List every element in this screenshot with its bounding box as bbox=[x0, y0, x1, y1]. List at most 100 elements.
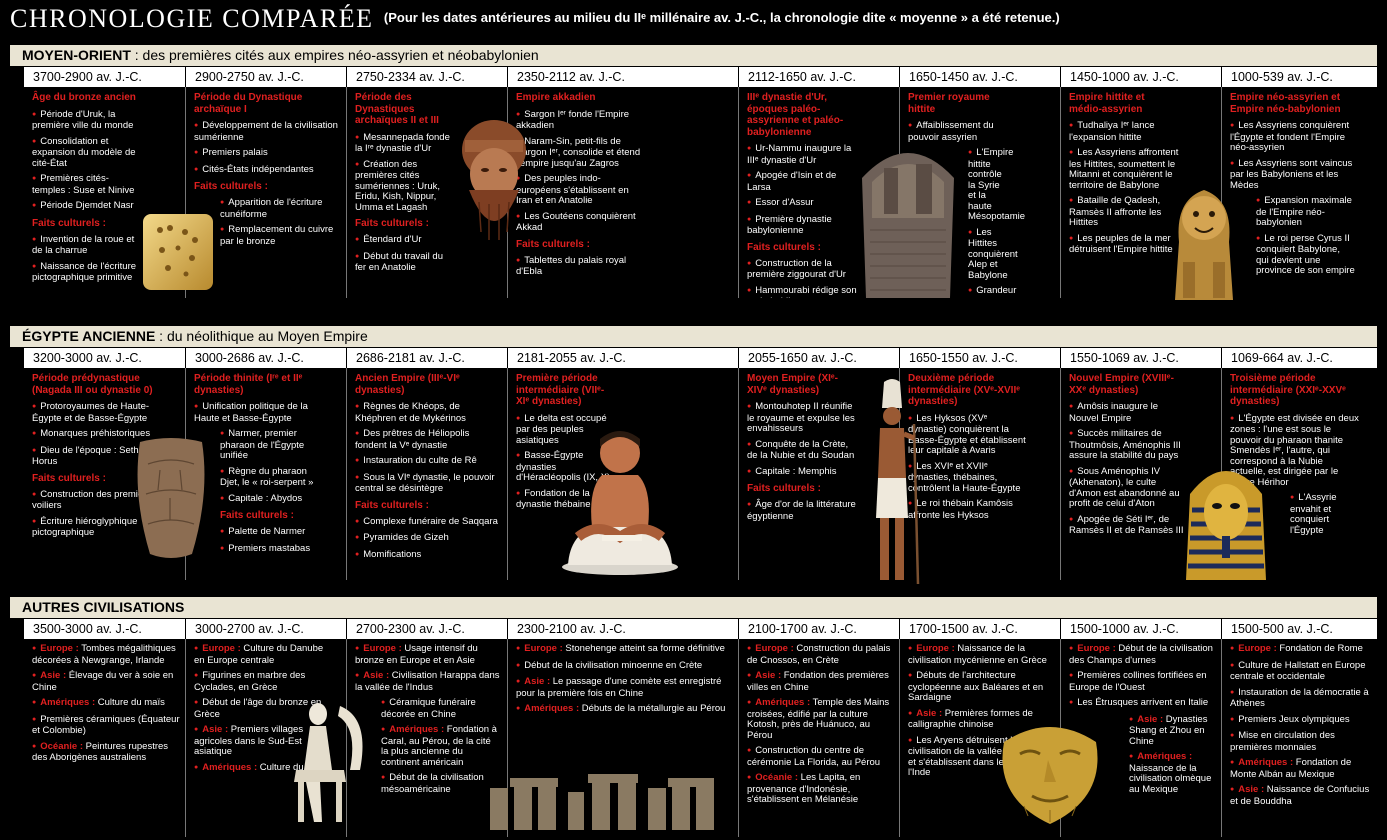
event-item: Amériques : Temple des Mains croisées, é… bbox=[747, 697, 892, 741]
event-item: Instauration du culte de Rê bbox=[355, 455, 503, 468]
event-text: Étendard d'Ur bbox=[363, 234, 422, 245]
event-item: Europe : Usage intensif du bronze en Eur… bbox=[355, 643, 500, 666]
event-item: Amériques : Culture du maïs bbox=[32, 697, 181, 710]
cycladic-harpist-image bbox=[294, 703, 363, 822]
akkadian-head-image bbox=[462, 120, 526, 240]
section-title: MOYEN-ORIENT bbox=[22, 47, 131, 63]
event-item: Hammourabi rédige son code juridique bbox=[747, 284, 862, 298]
event-text: Pyramides de Gizeh bbox=[363, 532, 449, 543]
event-item: Les Assyriens sont vaincus par les Babyl… bbox=[1230, 157, 1355, 192]
event-text: Âge d'or de la littérature égyptienne bbox=[747, 499, 856, 522]
event-item: Asie : Le passage d'une comète est enreg… bbox=[516, 676, 734, 699]
columns: Période prédynastique (Nagada III ou dyn… bbox=[10, 368, 1377, 580]
event-item: Asie : Élevage du ver à soie en Chine bbox=[32, 670, 181, 693]
event-item: Apparition de l'écriture cunéiforme bbox=[220, 197, 342, 220]
event-text: Naissance de la civilisation olmèque au … bbox=[1129, 762, 1212, 795]
event-text: Consolidation et expansion du modèle de … bbox=[32, 135, 136, 169]
event-text: Les Assyriens sont vaincus par les Babyl… bbox=[1230, 157, 1353, 191]
event-text: Hammourabi rédige son code juridique bbox=[747, 284, 857, 298]
event-item: Première dynastie babylonienne bbox=[747, 214, 862, 237]
region-label: Europe : bbox=[755, 643, 794, 654]
event-item: Asie : Naissance de Confucius et de Boud… bbox=[1230, 784, 1373, 807]
period-date: 1500-500 av. J.-C. bbox=[1222, 619, 1377, 639]
period-date: 2900-2750 av. J.-C. bbox=[186, 67, 346, 87]
event-text: Cités-États indépendantes bbox=[202, 163, 314, 175]
event-item: Europe : Début de la civilisation des Ch… bbox=[1069, 643, 1214, 666]
region-label: Amériques : bbox=[755, 697, 811, 708]
period-title: Nouvel Empire (XVIIIᵉ-XXᵉ dynasties) bbox=[1069, 373, 1174, 396]
region-label: Asie : bbox=[755, 670, 782, 681]
event-text: Céramique funéraire décorée en Chine bbox=[381, 697, 476, 720]
event-text: Les peuples de la mer détruisent l'Empir… bbox=[1069, 232, 1173, 255]
event-text: Sous Aménophis IV (Akhenaton), le culte … bbox=[1069, 465, 1180, 509]
period-column: Europe : Construction du palais de Cnoss… bbox=[738, 639, 899, 837]
cultural-facts-heading: Faits culturels : bbox=[355, 499, 429, 511]
event-item: L'Assyrie envahit et conquiert l'Égypte bbox=[1290, 492, 1360, 536]
region-label: Asie : bbox=[524, 676, 551, 687]
event-text: Les Étrusques arrivent en Italie bbox=[1077, 697, 1209, 708]
event-item: Les Assyriens conquièrent l'Égypte et fo… bbox=[1230, 120, 1355, 154]
event-item: Amériques : Fondation de Monte Albán au … bbox=[1230, 757, 1373, 780]
event-item: Les peuples de la mer détruisent l'Empir… bbox=[1069, 232, 1179, 256]
event-text: Culture de Hallstatt en Europe centrale … bbox=[1230, 659, 1366, 682]
event-item: Bataille de Qadesh, Ramsès II affronte l… bbox=[1069, 195, 1179, 229]
region-label: Asie : bbox=[40, 670, 67, 681]
event-item: Règne du pharaon Djet, le « roi-serpent … bbox=[220, 466, 324, 489]
event-item: Amériques : Débuts de la métallurgie au … bbox=[516, 703, 734, 716]
event-item: Pyramides de Gizeh bbox=[355, 532, 503, 545]
event-item: Apogée de Séti Iᵉʳ, de Ramsès II et de R… bbox=[1069, 514, 1189, 537]
event-text: Période d'Uruk, la première ville du mon… bbox=[32, 108, 134, 131]
event-item: Naissance de l'écriture pictographique p… bbox=[32, 261, 142, 284]
region-label: Asie : bbox=[202, 724, 229, 735]
period-date: 3700-2900 av. J.-C. bbox=[24, 67, 185, 87]
event-text: Premiers mastabas bbox=[228, 542, 311, 554]
region-label: Amériques : bbox=[40, 697, 96, 708]
event-item: Amôsis inaugure le Nouvel Empire bbox=[1069, 401, 1189, 424]
period-title: Période thinite (Iʳᵉ et IIᵉ dynasties) bbox=[194, 373, 303, 396]
event-text: Les Goutéens conquièrent Akkad bbox=[516, 210, 636, 233]
period-date: 1069-664 av. J.-C. bbox=[1222, 348, 1377, 368]
period-date: 1650-1550 av. J.-C. bbox=[900, 348, 1060, 368]
header: CHRONOLOGIE COMPARÉE (Pour les dates ant… bbox=[10, 4, 1060, 38]
period-column: Empire néo-assyrien et Empire néo-babylo… bbox=[1221, 87, 1377, 298]
event-text: Expansion maximale de l'Empire néo-babyl… bbox=[1256, 195, 1352, 228]
standing-pharaoh-image bbox=[876, 379, 920, 585]
region-label: Europe : bbox=[524, 643, 563, 654]
region-label: Océanie : bbox=[755, 772, 799, 783]
event-text: Fondation de Rome bbox=[1279, 643, 1363, 654]
event-text: Mesannepada fonde la Iʳᵉ dynastie d'Ur bbox=[355, 131, 450, 154]
event-item: Remplacement du cuivre par le bronze bbox=[220, 224, 342, 247]
section-header: AUTRES CIVILISATIONS bbox=[10, 597, 1377, 618]
event-item: Instauration de la démocratie à Athènes bbox=[1230, 687, 1373, 710]
stonehenge-image bbox=[490, 774, 714, 830]
dates-row: 3700-2900 av. J.-C. 2900-2750 av. J.-C. 27… bbox=[10, 66, 1377, 87]
event-item: Consolidation et expansion du modèle de … bbox=[32, 135, 142, 170]
event-text: Sous la VIᵉ dynastie, le pouvoir central… bbox=[355, 471, 495, 494]
event-item: Le roi perse Cyrus II conquiert Babylone… bbox=[1256, 233, 1355, 277]
cultural-facts-heading: Faits culturels : bbox=[747, 241, 821, 253]
period-date: 2700-2300 av. J.-C. bbox=[347, 619, 507, 639]
page-title: CHRONOLOGIE COMPARÉE bbox=[10, 4, 374, 33]
period-title: Moyen Empire (XIᵉ-XIVᵉ dynasties) bbox=[747, 373, 838, 396]
event-text: Conquête de la Crète, de la Nubie et du … bbox=[747, 438, 855, 461]
event-item: Asie : Fondation des premières villes en… bbox=[747, 670, 892, 693]
event-text: Débuts de la métallurgie au Pérou bbox=[581, 703, 726, 714]
event-text: Premières cités-temples : Suse et Ninive bbox=[32, 173, 135, 196]
event-text: Apparition de l'écriture cunéiforme bbox=[220, 197, 323, 220]
event-item: Succès militaires de Thoutmôsis, Aménoph… bbox=[1069, 428, 1189, 462]
event-text: Construction du centre de cérémonie La F… bbox=[747, 745, 881, 768]
event-item: Sargon Iᵉʳ fonde l'Empire akkadien bbox=[516, 109, 641, 132]
event-text: Instauration du culte de Rê bbox=[363, 455, 477, 466]
period-title: Troisième période intermédiaire (XXIᵉ-XX… bbox=[1230, 373, 1346, 407]
period-date: 2055-1650 av. J.-C. bbox=[739, 348, 899, 368]
event-item: Étendard d'Ur bbox=[355, 234, 455, 247]
section-header: ÉGYPTE ANCIENNE : du néolithique au Moye… bbox=[10, 326, 1377, 347]
period-title: Première période intermédiaire (VIIᵉ-XIᵉ… bbox=[516, 373, 605, 407]
region-label: Europe : bbox=[916, 643, 955, 654]
region-label: Amériques : bbox=[1137, 751, 1193, 762]
region-label: Amériques : bbox=[202, 761, 258, 773]
period-title: Empire akkadien bbox=[516, 92, 596, 103]
period-title: Âge du bronze ancien bbox=[32, 92, 136, 103]
event-text: Amôsis inaugure le Nouvel Empire bbox=[1069, 401, 1159, 424]
event-item: Amériques : Fondation à Caral, au Pérou,… bbox=[381, 724, 500, 768]
